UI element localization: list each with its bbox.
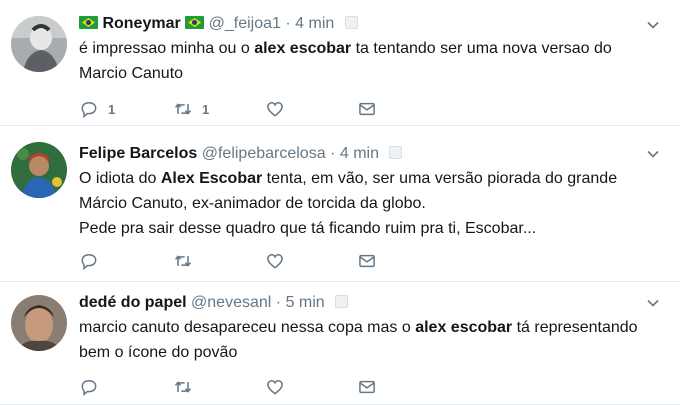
avatar[interactable]	[11, 295, 67, 351]
timestamp[interactable]: 4 min	[340, 145, 379, 162]
tweet-text: marcio canuto desapareceu nessa copa mas…	[79, 319, 638, 361]
avatar[interactable]	[11, 142, 67, 198]
reply-button[interactable]: 1	[79, 98, 115, 120]
tweet-actions	[79, 250, 399, 272]
chevron-down-icon[interactable]	[646, 296, 660, 310]
reply-button[interactable]	[79, 376, 99, 398]
tweet-text: O idiota do Alex Escobar tenta, em vão, …	[79, 170, 618, 237]
retweet-button[interactable]	[173, 250, 193, 272]
tweet-header: Roneymar @_feijoa1 · 4 min	[79, 13, 640, 35]
avatar[interactable]	[11, 16, 67, 72]
separator: ·	[275, 294, 282, 311]
image-placeholder-icon	[335, 295, 349, 308]
retweet-button[interactable]: 1	[173, 98, 209, 120]
highlight: alex escobar	[415, 319, 513, 336]
direct-message-icon	[359, 102, 375, 116]
direct-message-icon	[359, 254, 375, 268]
tweet[interactable]: Roneymar @_feijoa1 · 4 min é impressao m…	[0, 0, 680, 126]
chevron-down-icon[interactable]	[646, 18, 660, 32]
handle[interactable]: @felipebarcelosa	[202, 145, 326, 162]
retweet-count: 1	[202, 101, 210, 117]
like-button[interactable]	[265, 98, 285, 120]
brazil-flag-icon	[79, 16, 98, 29]
direct-message-button[interactable]	[357, 250, 377, 272]
fullname[interactable]: dedé do papel	[79, 294, 187, 311]
reply-count: 1	[108, 101, 116, 117]
tweet[interactable]: Felipe Barcelos @felipebarcelosa · 4 min…	[0, 126, 680, 282]
chevron-down-icon[interactable]	[646, 147, 660, 161]
tweet-actions: 1 1	[79, 98, 399, 120]
tweet[interactable]: dedé do papel @nevesanl · 5 min marcio c…	[0, 282, 680, 405]
timestamp[interactable]: 5 min	[286, 294, 325, 311]
like-icon	[267, 379, 283, 395]
retweet-button[interactable]	[173, 376, 193, 398]
image-placeholder-icon	[344, 16, 358, 29]
tweet-header: dedé do papel @nevesanl · 5 min	[79, 292, 640, 314]
like-icon	[267, 253, 283, 269]
tweet-feed: Roneymar @_feijoa1 · 4 min é impressao m…	[0, 0, 680, 405]
timestamp[interactable]: 4 min	[295, 15, 334, 32]
reply-icon	[81, 253, 97, 271]
highlight: alex escobar	[254, 40, 352, 57]
reply-button[interactable]	[79, 250, 99, 272]
tweet-text: é impressao minha ou o alex escobar ta t…	[79, 40, 612, 82]
brazil-flag-icon	[185, 16, 205, 29]
tweet-actions	[79, 376, 399, 398]
direct-message-icon	[359, 380, 375, 394]
handle[interactable]: @nevesanl	[191, 294, 271, 311]
retweet-icon	[174, 255, 192, 267]
retweet-icon	[174, 103, 192, 115]
tweet-header: Felipe Barcelos @felipebarcelosa · 4 min	[79, 143, 640, 165]
handle[interactable]: @_feijoa1	[209, 15, 281, 32]
fullname[interactable]: Felipe Barcelos	[79, 145, 197, 162]
separator: ·	[285, 15, 291, 32]
image-placeholder-icon	[389, 146, 403, 159]
direct-message-button[interactable]	[357, 98, 377, 120]
reply-icon	[81, 101, 97, 119]
retweet-icon	[174, 381, 192, 393]
separator: ·	[330, 145, 336, 162]
like-button[interactable]	[265, 250, 285, 272]
fullname[interactable]: Roneymar	[102, 15, 180, 32]
highlight: Alex Escobar	[160, 170, 263, 187]
like-button[interactable]	[265, 376, 285, 398]
direct-message-button[interactable]	[357, 376, 377, 398]
like-icon	[267, 101, 283, 117]
reply-icon	[81, 379, 97, 397]
